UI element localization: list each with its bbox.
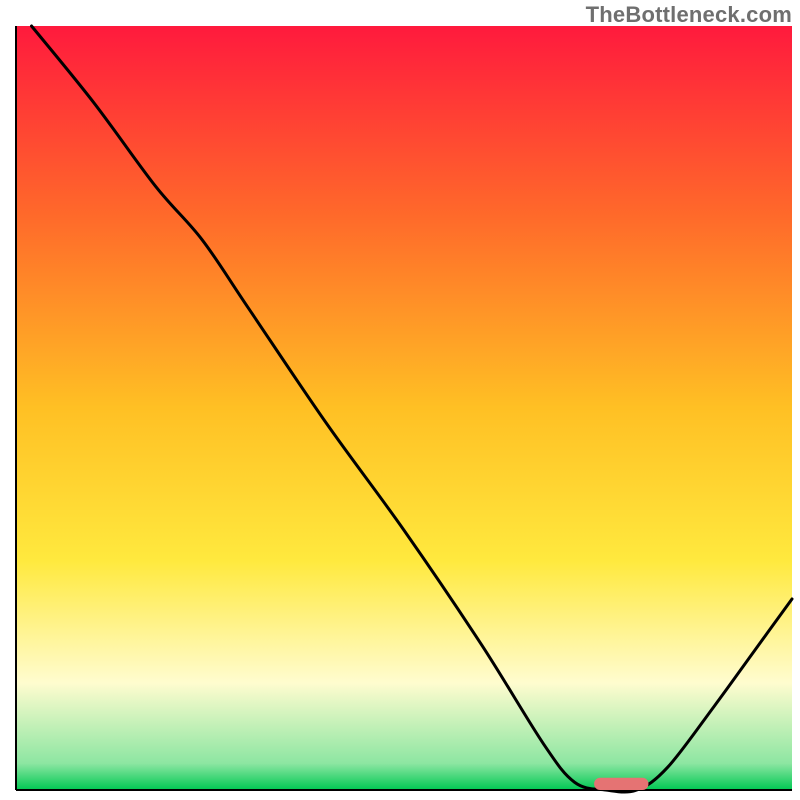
watermark-label: TheBottleneck.com xyxy=(586,2,792,28)
optimal-range-marker xyxy=(594,778,648,790)
bottleneck-chart: TheBottleneck.com xyxy=(0,0,800,800)
plot-background xyxy=(16,26,792,790)
chart-svg xyxy=(0,0,800,800)
